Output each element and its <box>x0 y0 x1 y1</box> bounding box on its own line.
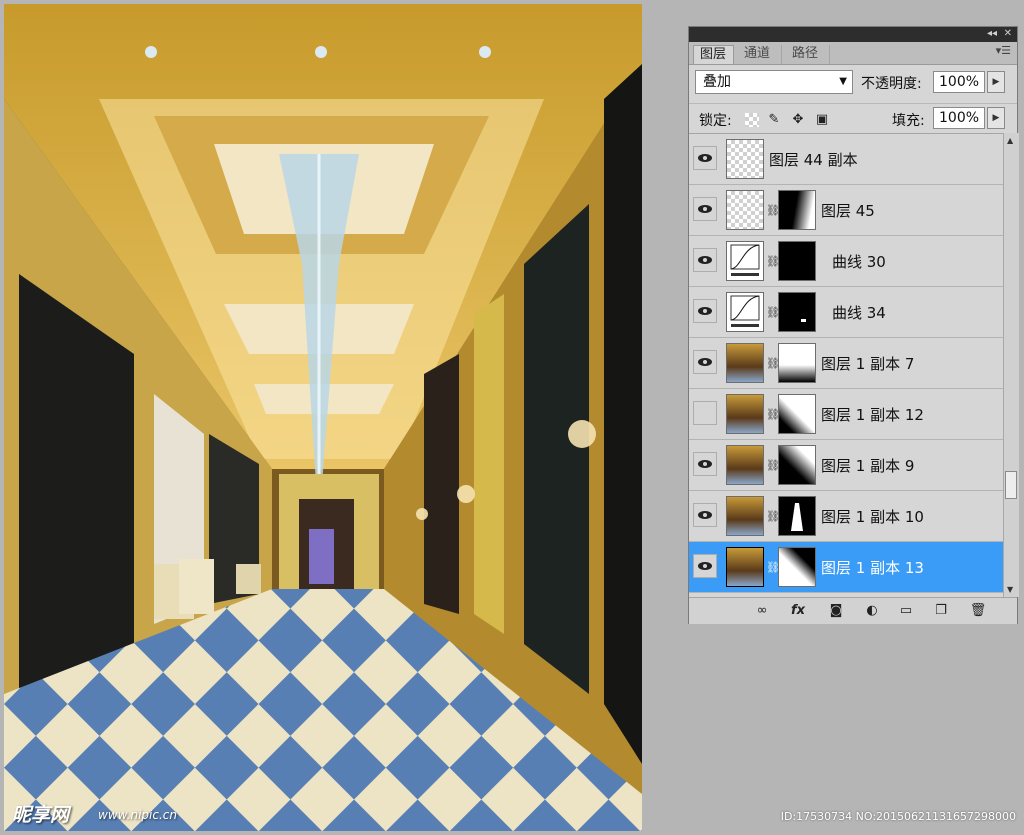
panel-titlebar: ◂◂ ✕ <box>689 27 1017 42</box>
watermark-id: ID:17530734 NO:20150621131657298000 <box>780 810 1016 823</box>
lock-icon[interactable]: ▣ <box>815 113 829 127</box>
layer-mask-thumbnail[interactable] <box>778 292 816 332</box>
add-mask-icon[interactable]: ◙ <box>827 603 845 619</box>
chain-link-icon[interactable]: ⛓ <box>766 357 780 371</box>
watermark-logo: 昵享网 <box>12 804 70 826</box>
layer-row[interactable]: ⛓ 图层 1 副本 9 <box>689 440 1003 491</box>
opacity-input[interactable]: 100% <box>933 71 985 93</box>
trash-icon[interactable]: 🗑 <box>969 603 987 619</box>
layer-mask-thumbnail[interactable] <box>778 496 816 536</box>
panel-bottom-toolbar: ∞ fx ◙ ◐ ▭ ❐ 🗑 <box>689 597 1017 624</box>
layer-mask-thumbnail[interactable] <box>778 343 816 383</box>
layer-row[interactable]: ⛓ 图层 45 <box>689 185 1003 236</box>
link-layers-icon[interactable]: ∞ <box>753 603 771 619</box>
visibility-eye-icon[interactable] <box>693 503 717 527</box>
layer-list-scrollbar[interactable]: ▲ ▼ <box>1003 133 1019 597</box>
panel-tabs: 图层 通道 路径 ▾☰ <box>689 42 1017 65</box>
curves-adjustment-icon <box>726 292 764 332</box>
layer-name: 图层 1 副本 10 <box>821 508 924 526</box>
curves-adjustment-icon <box>726 241 764 281</box>
visibility-eye-icon[interactable] <box>693 554 717 578</box>
chain-link-icon[interactable]: ⛓ <box>766 306 780 320</box>
layer-name: 图层 1 副本 7 <box>821 355 915 373</box>
layer-thumbnail <box>726 190 764 230</box>
layer-mask-thumbnail[interactable] <box>778 190 816 230</box>
fill-input[interactable]: 100% <box>933 107 985 129</box>
new-group-folder-icon[interactable]: ▭ <box>897 603 915 619</box>
layer-mask-thumbnail[interactable] <box>778 445 816 485</box>
visibility-eye-icon[interactable] <box>693 197 717 221</box>
scrollbar-thumb[interactable] <box>1005 471 1017 499</box>
move-icon[interactable]: ✥ <box>791 113 805 127</box>
layer-name: 曲线 34 <box>832 304 886 322</box>
layer-row[interactable]: 图层 44 副本 <box>689 134 1003 185</box>
blend-mode-value: 叠加 <box>703 74 731 90</box>
chain-link-icon[interactable]: ⛓ <box>766 255 780 269</box>
layer-thumbnail <box>726 343 764 383</box>
fill-label: 填充: <box>892 113 925 129</box>
chain-link-icon[interactable]: ⛓ <box>766 204 780 218</box>
chain-link-icon[interactable]: ⛓ <box>766 561 780 575</box>
chain-link-icon[interactable]: ⛓ <box>766 459 780 473</box>
layer-row-selected[interactable]: ⛓ 图层 1 副本 13 <box>689 542 1003 593</box>
chain-link-icon[interactable]: ⛓ <box>766 408 780 422</box>
tab-paths[interactable]: 路径 <box>786 45 830 64</box>
visibility-eye-icon[interactable] <box>693 248 717 272</box>
scroll-down-icon[interactable]: ▼ <box>1007 585 1013 594</box>
watermark-url: www.nipic.cn <box>98 808 177 822</box>
visibility-toggle-empty[interactable] <box>693 401 717 425</box>
layer-name: 图层 1 副本 13 <box>821 559 924 577</box>
layer-list: 图层 44 副本 ⛓ 图层 45 ⛓ 曲线 30 ⛓ 曲线 34 ⛓ 图层 1 … <box>689 133 1003 598</box>
fx-icon[interactable]: fx <box>789 603 807 619</box>
opacity-label: 不透明度: <box>861 76 922 92</box>
close-icon[interactable]: ✕ <box>1004 28 1012 39</box>
visibility-eye-icon[interactable] <box>693 299 717 323</box>
layer-thumbnail <box>726 496 764 536</box>
opacity-stepper[interactable]: ▶ <box>987 71 1005 93</box>
panel-menu-icon[interactable]: ▾☰ <box>996 44 1011 57</box>
layer-name: 图层 45 <box>821 202 875 220</box>
fill-stepper[interactable]: ▶ <box>987 107 1005 129</box>
layer-row[interactable]: ⛓ 曲线 34 <box>689 287 1003 338</box>
tab-channels[interactable]: 通道 <box>738 45 782 64</box>
layer-mask-thumbnail[interactable] <box>778 394 816 434</box>
brush-icon[interactable]: ✎ <box>767 113 781 127</box>
chain-link-icon[interactable]: ⛓ <box>766 510 780 524</box>
visibility-eye-icon[interactable] <box>693 350 717 374</box>
layer-mask-thumbnail[interactable] <box>778 547 816 587</box>
scroll-up-icon[interactable]: ▲ <box>1007 136 1013 145</box>
layer-thumbnail <box>726 139 764 179</box>
layer-thumbnail <box>726 445 764 485</box>
new-layer-icon[interactable]: ❐ <box>932 603 950 619</box>
visibility-eye-icon[interactable] <box>693 452 717 476</box>
lock-transparency-icon[interactable] <box>745 113 759 127</box>
layer-thumbnail <box>726 394 764 434</box>
collapse-icon[interactable]: ◂◂ <box>987 28 997 39</box>
layers-panel: ◂◂ ✕ 图层 通道 路径 ▾☰ 叠加 ▼ 不透明度: 100% ▶ 锁定: ✎… <box>688 26 1019 624</box>
layer-name: 图层 1 副本 12 <box>821 406 924 424</box>
layer-mask-thumbnail[interactable] <box>778 241 816 281</box>
chevron-down-icon: ▼ <box>839 76 847 87</box>
visibility-eye-icon[interactable] <box>693 146 717 170</box>
layer-name: 图层 1 副本 9 <box>821 457 915 475</box>
corridor-image <box>4 4 642 831</box>
layer-thumbnail <box>726 547 764 587</box>
layer-row[interactable]: ⛓ 图层 1 副本 7 <box>689 338 1003 389</box>
layer-row[interactable]: ⛓ 图层 1 副本 10 <box>689 491 1003 542</box>
blend-mode-select[interactable]: 叠加 ▼ <box>695 70 853 94</box>
tab-layers[interactable]: 图层 <box>693 45 734 64</box>
layer-row[interactable]: ⛓ 图层 1 副本 12 <box>689 389 1003 440</box>
lock-label: 锁定: <box>699 113 732 129</box>
layer-row[interactable]: ⛓ 曲线 30 <box>689 236 1003 287</box>
layer-name: 曲线 30 <box>832 253 886 271</box>
layer-name: 图层 44 副本 <box>769 151 858 169</box>
adjustment-layer-icon[interactable]: ◐ <box>863 603 881 619</box>
